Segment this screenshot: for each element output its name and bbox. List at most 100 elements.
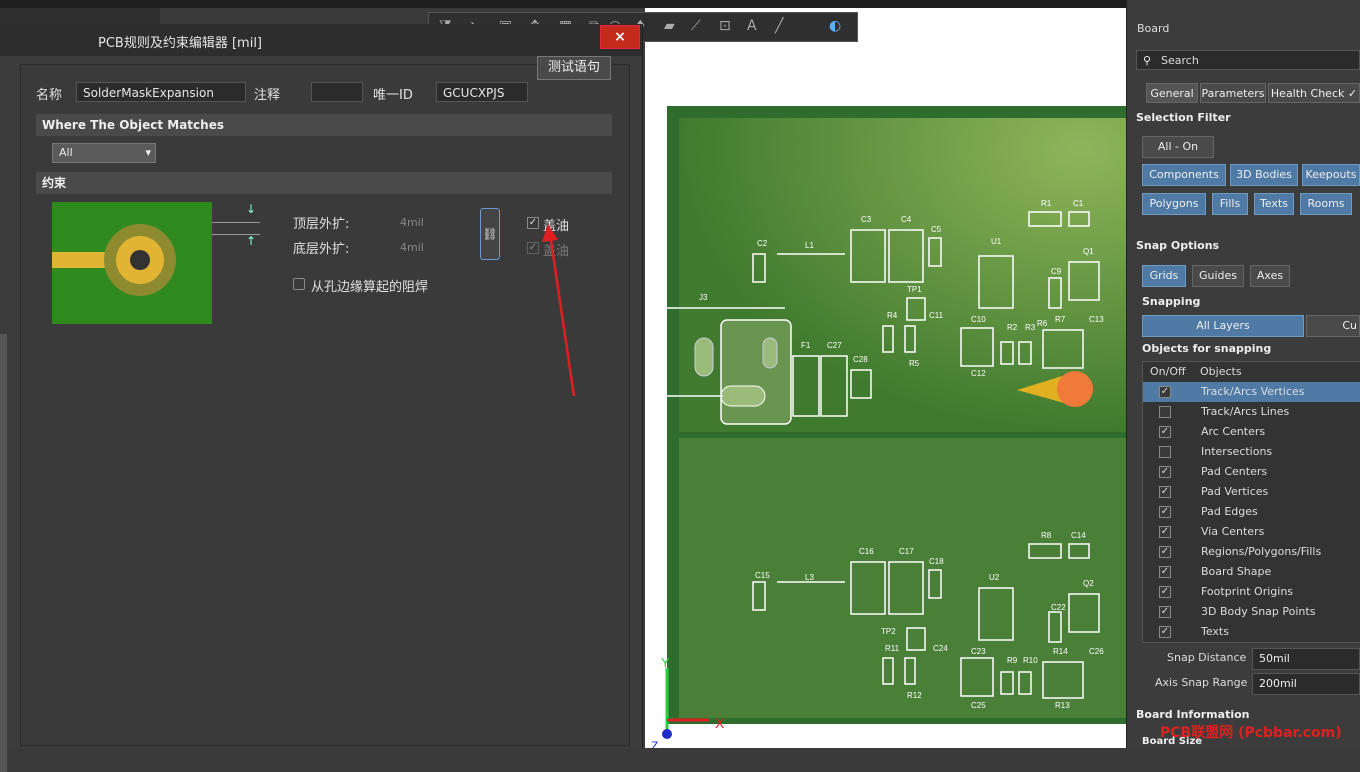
designator-label[interactable]: R7 xyxy=(1055,315,1066,324)
test-query-button[interactable]: 测试语句 xyxy=(537,56,611,80)
snap-object-row[interactable]: ✓ Board Shape xyxy=(1143,562,1360,582)
designator-label[interactable]: C15 xyxy=(755,571,770,580)
snap-object-checkbox[interactable]: ✓ xyxy=(1159,386,1171,398)
designator-label[interactable]: R9 xyxy=(1007,656,1018,665)
designator-label[interactable]: R10 xyxy=(1023,656,1038,665)
designator-label[interactable]: R5 xyxy=(909,359,920,368)
pcb-board-svg[interactable]: Y X Z C2 L1 C3 C4 C5 U1 R1 C1 Q1 C9 J3 TP1 R4 C11 C10 R… xyxy=(645,8,1126,753)
dimension-icon[interactable]: ⊡ xyxy=(719,18,731,34)
filter-fills[interactable]: Fills xyxy=(1212,193,1248,215)
designator-label[interactable]: R8 xyxy=(1041,531,1052,540)
filter-3d-bodies[interactable]: 3D Bodies xyxy=(1230,164,1298,186)
snap-object-checkbox[interactable]: ✓ xyxy=(1159,486,1171,498)
designator-label[interactable]: C10 xyxy=(971,315,986,324)
designator-label[interactable]: F1 xyxy=(801,341,811,350)
snap-object-checkbox[interactable] xyxy=(1159,446,1171,458)
designator-label[interactable]: C2 xyxy=(757,239,768,248)
polygon-icon[interactable]: ▰ xyxy=(664,18,675,34)
snap-object-checkbox[interactable]: ✓ xyxy=(1159,546,1171,558)
cover-oil-checkbox-bottom[interactable]: ✓ xyxy=(527,242,539,254)
designator-label[interactable]: C18 xyxy=(929,557,944,566)
link-icon[interactable]: ⛓ xyxy=(480,208,500,260)
snap-object-row[interactable]: ✓ Pad Centers xyxy=(1143,462,1360,482)
designator-label[interactable]: C1 xyxy=(1073,199,1084,208)
designator-label[interactable]: R6 xyxy=(1037,319,1048,328)
designator-label[interactable]: R13 xyxy=(1055,701,1070,710)
where-dropdown[interactable]: All ▾ xyxy=(52,143,156,163)
designator-label[interactable]: R11 xyxy=(885,644,900,653)
snap-object-row[interactable]: ✓ Pad Edges xyxy=(1143,502,1360,522)
snap-object-row[interactable]: ✓ Track/Arcs Vertices xyxy=(1143,382,1360,402)
snap-object-checkbox[interactable]: ✓ xyxy=(1159,626,1171,638)
designator-label[interactable]: R4 xyxy=(887,311,898,320)
text-icon[interactable]: A xyxy=(747,18,757,34)
snap-object-checkbox[interactable]: ✓ xyxy=(1159,586,1171,598)
filter-texts[interactable]: Texts xyxy=(1254,193,1294,215)
3d-icon[interactable]: ◐ xyxy=(829,18,841,34)
graph-icon[interactable]: ⟋ xyxy=(691,18,701,34)
snap-object-checkbox[interactable]: ✓ xyxy=(1159,506,1171,518)
designator-label[interactable]: C22 xyxy=(1051,603,1066,612)
bottom-expansion-value[interactable]: 4mil xyxy=(400,241,424,254)
board-information-header[interactable]: Board Information xyxy=(1136,708,1250,721)
designator-label[interactable]: C13 xyxy=(1089,315,1104,324)
cover-oil-checkbox-top[interactable]: ✓ xyxy=(527,217,539,229)
designator-label[interactable]: C5 xyxy=(931,225,942,234)
top-expansion-value[interactable]: 4mil xyxy=(400,216,424,229)
snap-grids-button[interactable]: Grids xyxy=(1142,265,1186,287)
all-layers-button[interactable]: All Layers xyxy=(1142,315,1304,337)
snap-distance-field[interactable]: 50mil xyxy=(1252,648,1360,670)
snap-object-row[interactable]: ✓ 3D Body Snap Points xyxy=(1143,602,1360,622)
axis-snap-range-field[interactable]: 200mil xyxy=(1252,673,1360,695)
designator-label[interactable]: C17 xyxy=(899,547,914,556)
name-field[interactable]: SolderMaskExpansion xyxy=(76,82,246,102)
designator-label[interactable]: C14 xyxy=(1071,531,1086,540)
current-layer-button[interactable]: Cu xyxy=(1306,315,1360,337)
designator-label[interactable]: C26 xyxy=(1089,647,1104,656)
line-icon[interactable]: ╱ xyxy=(775,18,783,34)
unique-id-field[interactable]: GCUCXPJS xyxy=(436,82,528,102)
designator-label[interactable]: C4 xyxy=(901,215,912,224)
designator-label[interactable]: Q2 xyxy=(1083,579,1094,588)
snap-object-checkbox[interactable]: ✓ xyxy=(1159,566,1171,578)
snap-object-row[interactable]: ✓ Arc Centers xyxy=(1143,422,1360,442)
left-scrollbar[interactable] xyxy=(0,334,7,772)
designator-label[interactable]: Q1 xyxy=(1083,247,1094,256)
tab-health-check[interactable]: Health Check ✓ xyxy=(1268,83,1360,103)
snap-object-checkbox[interactable]: ✓ xyxy=(1159,426,1171,438)
filter-rooms[interactable]: Rooms xyxy=(1300,193,1352,215)
designator-label[interactable]: C28 xyxy=(853,355,868,364)
designator-label[interactable]: C25 xyxy=(971,701,986,710)
filter-components[interactable]: Components xyxy=(1142,164,1226,186)
designator-label[interactable]: C16 xyxy=(859,547,874,556)
snap-options-header[interactable]: Snap Options xyxy=(1136,239,1219,252)
designator-label[interactable]: TP2 xyxy=(881,627,896,636)
designator-label[interactable]: R14 xyxy=(1053,647,1068,656)
snap-object-row[interactable]: ✓ Regions/Polygons/Fills xyxy=(1143,542,1360,562)
designator-label[interactable]: L1 xyxy=(805,241,814,250)
designator-label[interactable]: R3 xyxy=(1025,323,1036,332)
designator-label[interactable]: C27 xyxy=(827,341,842,350)
designator-label[interactable]: U1 xyxy=(991,237,1002,246)
designator-label[interactable]: J3 xyxy=(699,293,708,302)
designator-label[interactable]: C3 xyxy=(861,215,872,224)
designator-label[interactable]: C24 xyxy=(933,644,948,653)
designator-label[interactable]: L3 xyxy=(805,573,814,582)
snap-object-row[interactable]: Track/Arcs Lines xyxy=(1143,402,1360,422)
designator-label[interactable]: C9 xyxy=(1051,267,1062,276)
snap-object-row[interactable]: ✓ Texts xyxy=(1143,622,1360,642)
designator-label[interactable]: C11 xyxy=(929,311,944,320)
designator-label[interactable]: C23 xyxy=(971,647,986,656)
designator-label[interactable]: R2 xyxy=(1007,323,1018,332)
close-button[interactable]: × xyxy=(600,25,640,49)
designator-label[interactable]: TP1 xyxy=(907,285,922,294)
filter-keepouts[interactable]: Keepouts xyxy=(1302,164,1360,186)
snap-object-checkbox[interactable]: ✓ xyxy=(1159,606,1171,618)
tab-general[interactable]: General xyxy=(1146,83,1198,103)
snap-object-row[interactable]: ✓ Pad Vertices xyxy=(1143,482,1360,502)
designator-label[interactable]: R12 xyxy=(907,691,922,700)
snap-object-row[interactable]: ✓ Footprint Origins xyxy=(1143,582,1360,602)
designator-label[interactable]: C12 xyxy=(971,369,986,378)
filter-polygons[interactable]: Polygons xyxy=(1142,193,1206,215)
search-input[interactable]: ⚲ Search xyxy=(1136,50,1360,70)
